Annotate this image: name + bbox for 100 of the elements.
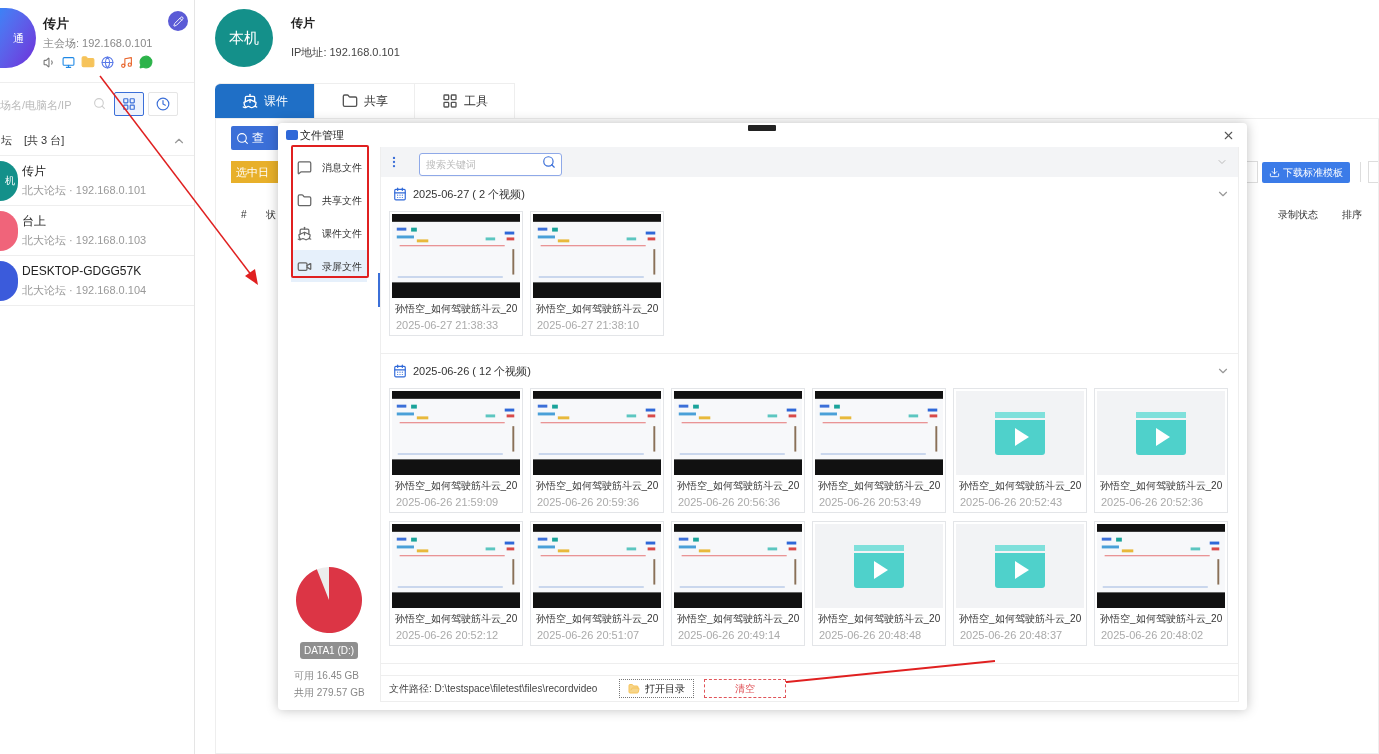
chat-icon[interactable] [139,55,153,69]
search-icon [93,97,106,110]
folder-icon [628,682,641,695]
search-field[interactable]: 搜索关键词 [419,152,562,176]
video-card[interactable]: 孙悟空_如何驾驶筋斗云_20 2025-06-26 20:56:36 [671,388,805,513]
drag-handle[interactable] [748,125,776,131]
disk-label: DATA1 (D:) [299,642,359,659]
dialog-title: 文件管理 [300,127,344,143]
video-title: 孙悟空_如何驾驶筋斗云_20 [535,612,659,626]
globe-icon[interactable] [101,55,114,69]
video-title: 孙悟空_如何驾驶筋斗云_20 [817,479,941,493]
video-time: 2025-06-26 21:59:09 [395,495,500,510]
video-card[interactable]: 孙悟空_如何驾驶筋斗云_20 2025-06-26 20:49:14 [671,521,805,646]
video-time: 2025-06-26 20:52:43 [959,495,1064,510]
device-row[interactable]: 机 传片 北大论坛 · 192.168.0.101 [0,156,194,206]
grid-icon [441,93,458,109]
speaker-icon[interactable] [43,55,56,69]
video-time: 2025-06-26 20:59:36 [536,495,641,510]
nav-item[interactable]: 录屏文件 [291,250,367,282]
video-title: 孙悟空_如何驾驶筋斗云_20 [676,612,800,626]
tab[interactable]: 工具 [415,83,515,118]
device-name: 传片 [22,163,47,181]
edit-button[interactable] [168,11,188,31]
tab[interactable]: 课件 [215,83,315,118]
clock-icon [156,97,170,111]
video-icon [993,543,1047,589]
folder-icon [297,192,312,208]
video-card[interactable]: 孙悟空_如何驾驶筋斗云_20 2025-06-26 20:53:49 [812,388,946,513]
free-space: 可用 16.45 GB [294,669,360,683]
device-detail: 北大论坛 · 192.168.0.104 [22,283,147,299]
file-path: 文件路径: D:\testspace\filetest\files\recordvideo [389,682,598,696]
group-date: 2025-06-27 ( 2 个视频) [413,186,525,202]
grid-icon [122,97,136,111]
video-time: 2025-06-26 20:49:14 [677,628,782,643]
video-title: 孙悟空_如何驾驶筋斗云_20 [394,612,518,626]
group-title: 坛 [1,133,12,149]
video-title: 孙悟空_如何驾驶筋斗云_20 [394,302,518,316]
app-icon [286,130,298,140]
video-title: 孙悟空_如何驾驶筋斗云_20 [958,612,1082,626]
open-folder-button[interactable]: 打开目录 [619,679,695,698]
video-time: 2025-06-27 21:38:10 [536,318,641,333]
device-row[interactable]: DESKTOP-GDGG57K 北大论坛 · 192.168.0.104 [0,256,194,306]
video-card[interactable]: 孙悟空_如何驾驶筋斗云_20 2025-06-27 21:38:33 [389,211,523,336]
video-icon [852,543,906,589]
video-time: 2025-06-26 20:48:37 [959,628,1064,643]
device-name: 台上 [22,213,47,231]
video-time: 2025-06-26 20:48:48 [818,628,923,643]
device-row[interactable]: 台上 北大论坛 · 192.168.0.103 [0,206,194,256]
column-header: 排序 [1342,208,1362,222]
monitor-icon[interactable] [62,55,75,69]
video-card[interactable]: 孙悟空_如何驾驶筋斗云_20 2025-06-27 21:38:10 [530,211,664,336]
video-icon [1134,410,1188,456]
video-card[interactable]: 孙悟空_如何驾驶筋斗云_20 2025-06-26 20:52:36 [1094,388,1228,513]
query-button[interactable]: 查 [231,126,279,150]
device-name: DESKTOP-GDGG57K [22,263,143,281]
video-title: 孙悟空_如何驾驶筋斗云_20 [958,479,1082,493]
host-name: 传片 [291,14,316,32]
video-card[interactable]: 孙悟空_如何驾驶筋斗云_20 2025-06-26 20:52:12 [389,521,523,646]
search-icon [542,154,556,169]
device-detail: 北大论坛 · 192.168.0.103 [22,233,147,249]
video-card[interactable]: 孙悟空_如何驾驶筋斗云_20 2025-06-26 20:52:43 [953,388,1087,513]
disk-usage-pie [295,566,363,634]
video-time: 2025-06-26 20:51:07 [536,628,641,643]
view-toggle[interactable] [114,92,144,116]
group-count: [共 3 台] [24,133,65,149]
avatar-text: 本机 [229,27,259,48]
edit-icon [172,15,184,27]
host-name: 传片 [43,15,70,33]
video-title: 孙悟空_如何驾驶筋斗云_20 [535,302,659,316]
video-card[interactable]: 孙悟空_如何驾驶筋斗云_20 2025-06-26 20:59:36 [530,388,664,513]
column-header: 录制状态 [1278,208,1318,222]
video-time: 2025-06-27 21:38:33 [395,318,500,333]
avatar-text: 机 [5,174,15,188]
video-title: 孙悟空_如何驾驶筋斗云_20 [535,479,659,493]
video-card[interactable]: 孙悟空_如何驾驶筋斗云_20 2025-06-26 20:48:02 [1094,521,1228,646]
tab[interactable]: 共享 [315,83,415,118]
video-card[interactable]: 孙悟空_如何驾驶筋斗云_20 2025-06-26 20:48:37 [953,521,1087,646]
folder-icon[interactable] [81,55,95,69]
download-icon [1269,166,1280,178]
device-detail: 北大论坛 · 192.168.0.101 [22,183,147,199]
clear-button[interactable]: 清空 [704,679,787,698]
video-time: 2025-06-26 20:56:36 [677,495,782,510]
video-title: 孙悟空_如何驾驶筋斗云_20 [1099,479,1223,493]
video-card[interactable]: 孙悟空_如何驾驶筋斗云_20 2025-06-26 21:59:09 [389,388,523,513]
avatar-text: 通 [13,30,24,46]
host-subtitle: 主会场: 192.168.0.101 [43,35,154,51]
video-title: 孙悟空_如何驾驶筋斗云_20 [676,479,800,493]
search-icon [236,131,249,145]
nav-item[interactable]: 课件文件 [291,217,367,249]
group-date: 2025-06-26 ( 12 个视频) [413,363,531,379]
scroll-indicator [378,273,380,307]
download-button[interactable]: 下载标准模板 [1262,161,1350,183]
video-card[interactable]: 孙悟空_如何驾驶筋斗云_20 2025-06-26 20:51:07 [530,521,664,646]
nav-item[interactable]: 消息文件 [291,151,367,183]
total-space: 共用 279.57 GB [294,686,365,700]
video-card[interactable]: 孙悟空_如何驾驶筋斗云_20 2025-06-26 20:48:48 [812,521,946,646]
video-time: 2025-06-26 20:48:02 [1100,628,1205,643]
music-icon[interactable] [120,55,133,69]
host-ip: IP地址: 192.168.0.101 [291,44,400,60]
nav-item[interactable]: 共享文件 [291,184,367,216]
